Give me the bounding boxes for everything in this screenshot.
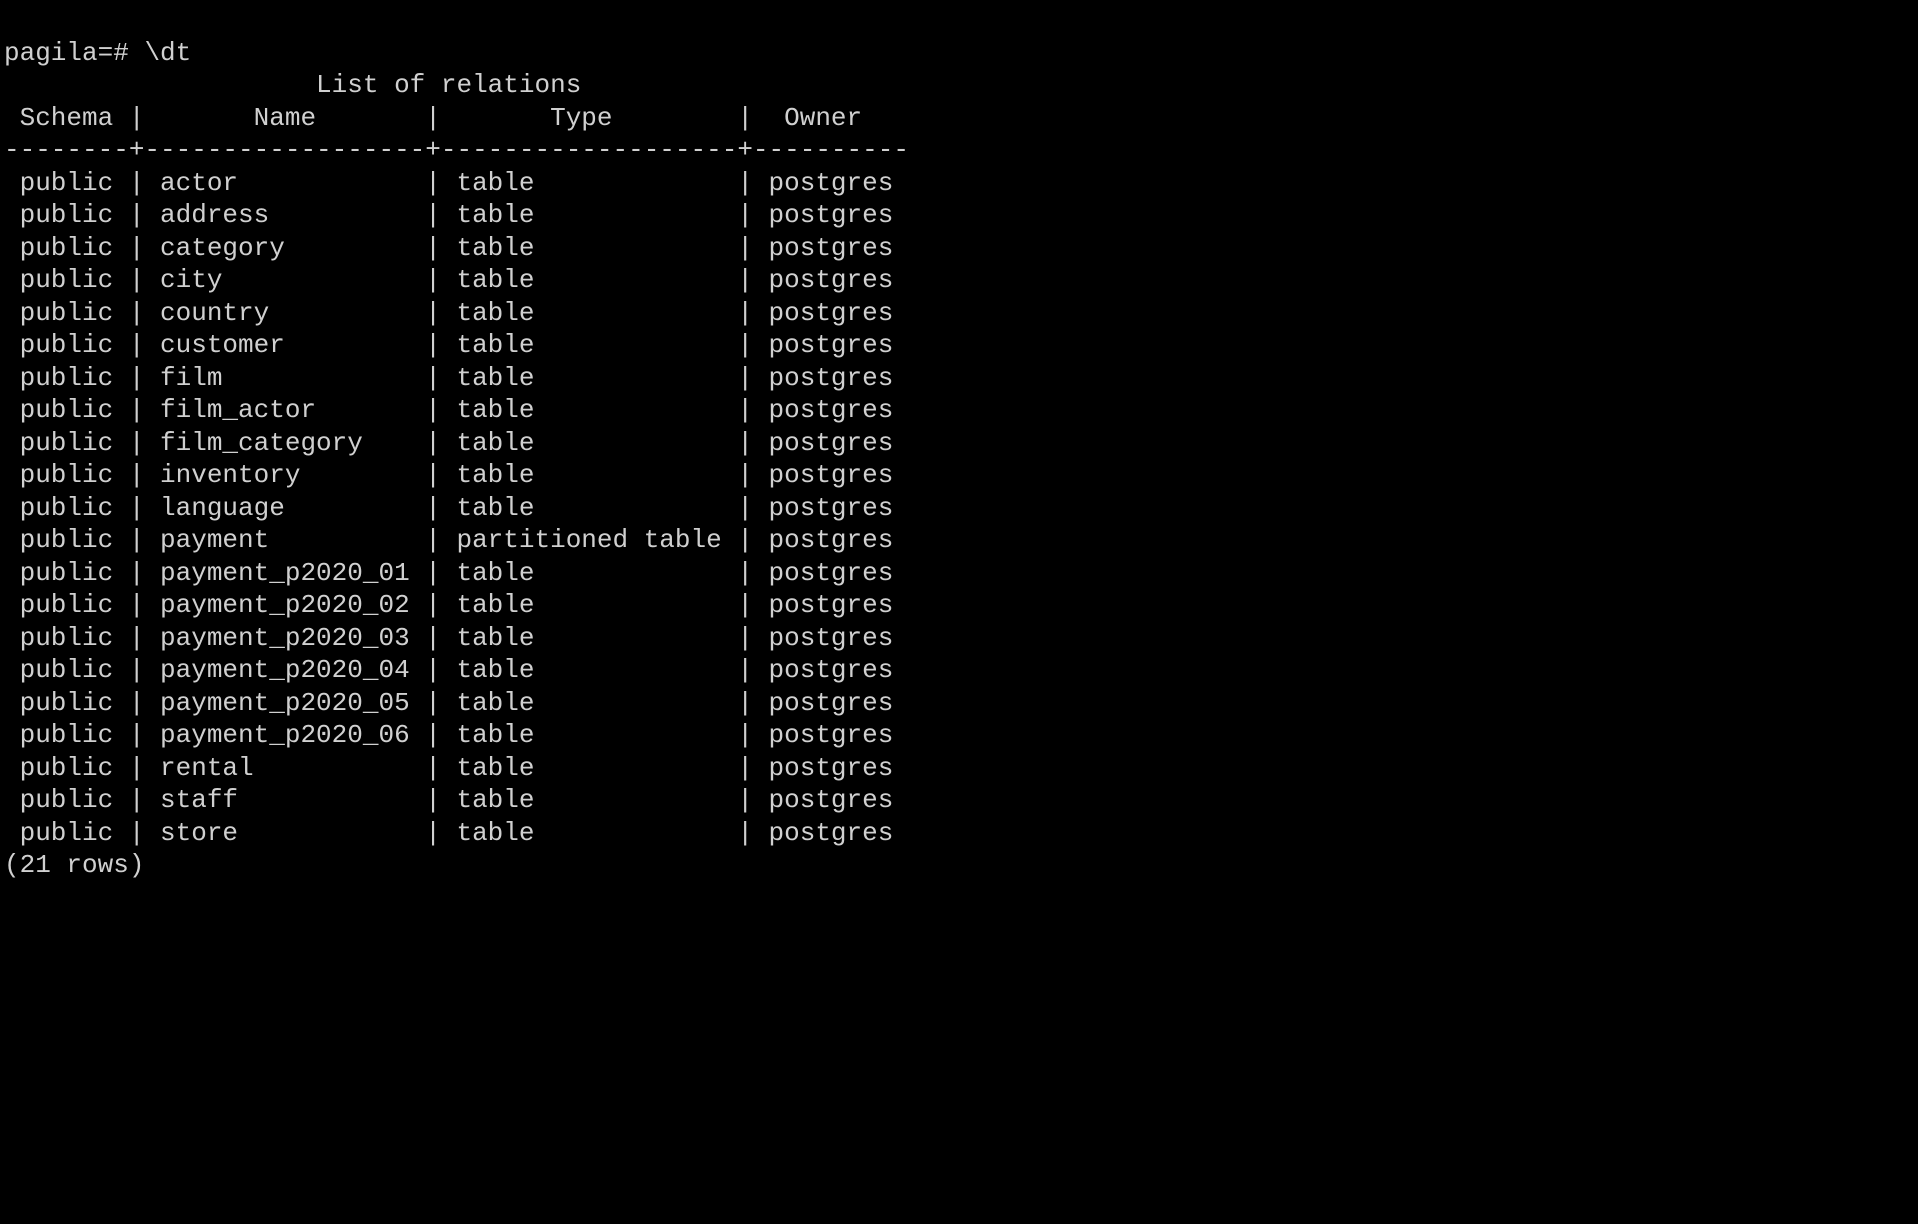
table-separator: --------+------------------+------------… bbox=[4, 135, 909, 165]
row-count: (21 rows) bbox=[4, 850, 144, 880]
prompt: pagila=# bbox=[4, 38, 144, 68]
prompt-line: pagila=# \dt bbox=[4, 38, 191, 68]
terminal[interactable]: pagila=# \dt List of relations Schema | … bbox=[0, 0, 1918, 882]
command: \dt bbox=[144, 38, 191, 68]
table-header: Schema | Name | Type | Owner bbox=[4, 103, 909, 133]
table-title: List of relations bbox=[4, 70, 909, 100]
table-body: public | actor | table | postgres public… bbox=[4, 168, 909, 848]
